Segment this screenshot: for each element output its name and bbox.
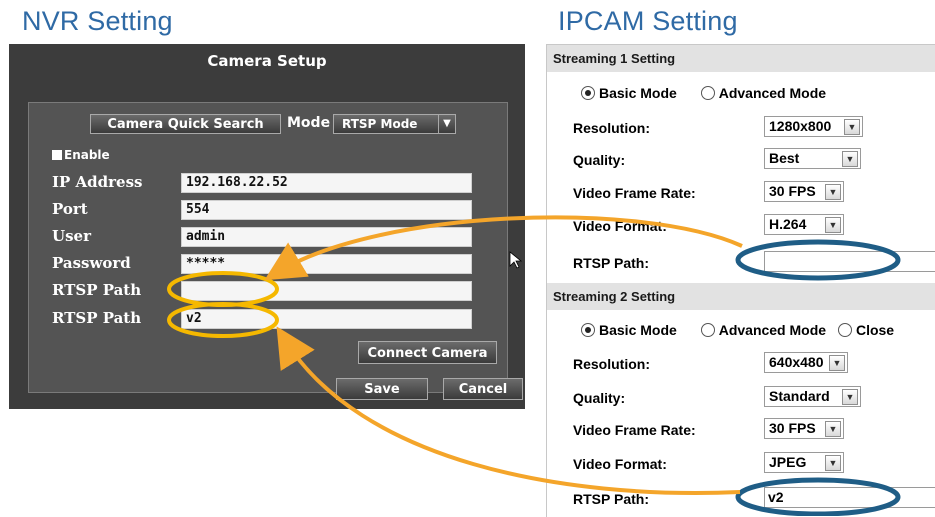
stream1-advanced-mode-radio[interactable]: Advanced Mode <box>700 85 827 101</box>
stream1-resolution-label: Resolution: <box>573 120 650 136</box>
stream2-format-value: JPEG <box>769 454 807 470</box>
enable-label: Enable <box>64 148 110 162</box>
camera-setup-title: Camera Setup <box>207 52 327 70</box>
stream2-close-label: Close <box>855 322 895 338</box>
stream1-rtsp-path-label: RTSP Path: <box>573 255 649 271</box>
stream1-rtsp-path-input[interactable] <box>764 251 935 272</box>
stream2-framerate-value: 30 FPS <box>769 420 816 436</box>
rtsp-path-2-label: RTSP Path <box>52 309 142 327</box>
radio-icon <box>700 323 715 337</box>
stream2-basic-mode-label: Basic Mode <box>599 322 677 338</box>
stream2-advanced-mode-label: Advanced Mode <box>718 322 827 338</box>
save-button[interactable]: Save <box>336 378 428 400</box>
radio-selected-icon <box>581 323 595 337</box>
chevron-down-icon: ▼ <box>825 217 841 233</box>
enable-checkbox-row[interactable]: Enable <box>52 148 110 162</box>
streaming-1-header: Streaming 1 Setting <box>547 45 935 72</box>
stream2-framerate-label: Video Frame Rate: <box>573 422 696 438</box>
user-input[interactable]: admin <box>181 227 472 247</box>
stream1-format-value: H.264 <box>769 216 807 232</box>
connect-camera-button[interactable]: Connect Camera <box>358 341 497 364</box>
stream1-resolution-select[interactable]: 1280x800 ▼ <box>764 116 863 137</box>
ipcam-setting-title: IPCAM Setting <box>558 6 738 36</box>
camera-quick-search-button[interactable]: Camera Quick Search <box>90 114 281 134</box>
stream1-quality-label: Quality: <box>573 152 626 168</box>
stream2-resolution-select[interactable]: 640x480 ▼ <box>764 352 848 373</box>
ipcam-settings-panel: Streaming 1 Setting Basic Mode Advanced … <box>546 44 935 517</box>
chevron-down-icon: ▼ <box>825 455 841 471</box>
stream1-resolution-value: 1280x800 <box>769 118 832 134</box>
cancel-button[interactable]: Cancel <box>443 378 523 400</box>
password-label: Password <box>52 254 131 272</box>
stream1-framerate-select[interactable]: 30 FPS ▼ <box>764 181 844 202</box>
stream2-advanced-mode-radio[interactable]: Advanced Mode <box>700 322 827 338</box>
chevron-down-icon: ▼ <box>829 355 845 371</box>
stream2-quality-select[interactable]: Standard ▼ <box>764 386 861 407</box>
radio-icon <box>837 323 852 337</box>
ip-address-input[interactable]: 192.168.22.52 <box>181 173 472 193</box>
chevron-down-icon: ▼ <box>825 421 841 437</box>
chevron-down-icon: ▼ <box>438 115 455 133</box>
stream2-quality-label: Quality: <box>573 390 626 406</box>
stream2-mode-radios: Basic Mode Advanced Mode Close <box>581 322 894 338</box>
mode-label: Mode <box>287 115 331 131</box>
chevron-down-icon: ▼ <box>842 151 858 167</box>
camera-setup-form: Camera Quick Search Mode RTSP Mode ▼ Ena… <box>28 102 508 393</box>
ip-address-label: IP Address <box>52 173 143 191</box>
stream1-quality-value: Best <box>769 150 800 166</box>
rtsp-path-1-label: RTSP Path <box>52 281 142 299</box>
mode-select[interactable]: RTSP Mode ▼ <box>333 114 456 134</box>
stream2-rtsp-path-label: RTSP Path: <box>573 491 649 507</box>
password-input[interactable]: ***** <box>181 254 472 274</box>
stream2-basic-mode-radio[interactable]: Basic Mode <box>581 322 677 338</box>
stream2-quality-value: Standard <box>769 388 830 404</box>
rtsp-path-2-input[interactable]: v2 <box>181 309 472 329</box>
chevron-down-icon: ▼ <box>825 184 841 200</box>
stream1-advanced-mode-label: Advanced Mode <box>718 85 827 101</box>
mode-select-value: RTSP Mode <box>342 117 418 131</box>
streaming-2-header: Streaming 2 Setting <box>547 283 935 310</box>
port-label: Port <box>52 200 88 218</box>
stream2-resolution-value: 640x480 <box>769 354 824 370</box>
stream1-quality-select[interactable]: Best ▼ <box>764 148 861 169</box>
stream2-format-select[interactable]: JPEG ▼ <box>764 452 844 473</box>
radio-icon <box>700 86 715 100</box>
stream2-resolution-label: Resolution: <box>573 356 650 372</box>
rtsp-path-1-input[interactable] <box>181 281 472 301</box>
stream1-basic-mode-label: Basic Mode <box>599 85 677 101</box>
stream1-format-select[interactable]: H.264 ▼ <box>764 214 844 235</box>
stream1-framerate-label: Video Frame Rate: <box>573 185 696 201</box>
stream2-rtsp-path-input[interactable]: v2 <box>764 487 935 508</box>
stream2-framerate-select[interactable]: 30 FPS ▼ <box>764 418 844 439</box>
chevron-down-icon: ▼ <box>844 119 860 135</box>
stream1-framerate-value: 30 FPS <box>769 183 816 199</box>
enable-checkbox[interactable] <box>52 150 62 160</box>
stream1-basic-mode-radio[interactable]: Basic Mode <box>581 85 677 101</box>
port-input[interactable]: 554 <box>181 200 472 220</box>
nvr-camera-setup-panel: Camera Setup Camera Quick Search Mode RT… <box>9 44 525 409</box>
stream2-close-radio[interactable]: Close <box>837 322 895 338</box>
stream1-mode-radios: Basic Mode Advanced Mode <box>581 85 826 101</box>
stream2-format-label: Video Format: <box>573 456 667 472</box>
stream1-format-label: Video Format: <box>573 218 667 234</box>
user-label: User <box>52 227 91 245</box>
nvr-setting-title: NVR Setting <box>22 6 173 36</box>
radio-selected-icon <box>581 86 595 100</box>
chevron-down-icon: ▼ <box>842 389 858 405</box>
